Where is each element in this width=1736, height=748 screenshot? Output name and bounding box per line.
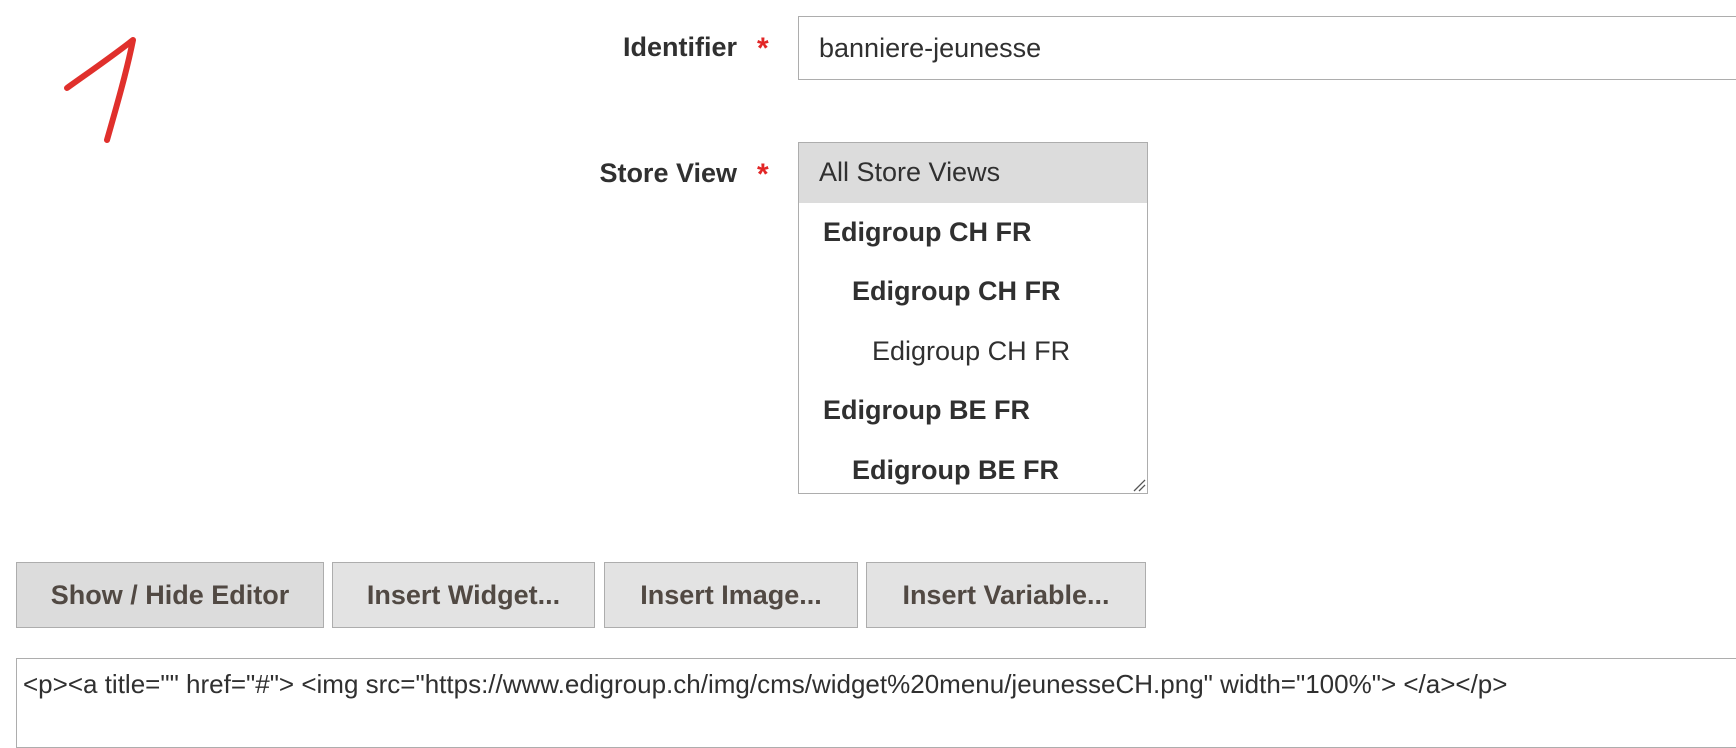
content-editor-textarea[interactable]: <p><a title="" href="#"> <img src="https…: [16, 658, 1736, 748]
store-view-multiselect[interactable]: All Store Views Edigroup CH FR Edigroup …: [798, 142, 1148, 494]
store-view-option-store-ch[interactable]: Edigroup CH FR: [799, 262, 1147, 322]
store-view-option-store-be[interactable]: Edigroup BE FR: [799, 441, 1147, 494]
identifier-required-mark: *: [757, 32, 769, 65]
store-view-option-website-ch[interactable]: Edigroup CH FR: [799, 203, 1147, 263]
identifier-input[interactable]: banniere-jeunesse: [798, 16, 1736, 80]
show-hide-editor-button[interactable]: Show / Hide Editor: [16, 562, 324, 628]
insert-widget-button[interactable]: Insert Widget...: [332, 562, 595, 628]
store-view-option-view-ch[interactable]: Edigroup CH FR: [799, 322, 1147, 382]
identifier-label: Identifier: [622, 32, 737, 62]
store-view-option-all[interactable]: All Store Views: [799, 143, 1147, 203]
insert-image-button[interactable]: Insert Image...: [604, 562, 858, 628]
resize-grip-icon[interactable]: [1130, 476, 1146, 492]
insert-variable-button[interactable]: Insert Variable...: [866, 562, 1146, 628]
store-view-label: Store View: [599, 158, 737, 188]
store-view-option-website-be[interactable]: Edigroup BE FR: [799, 381, 1147, 441]
store-view-required-mark: *: [757, 158, 769, 191]
handwritten-annotation-mark: [64, 37, 136, 143]
